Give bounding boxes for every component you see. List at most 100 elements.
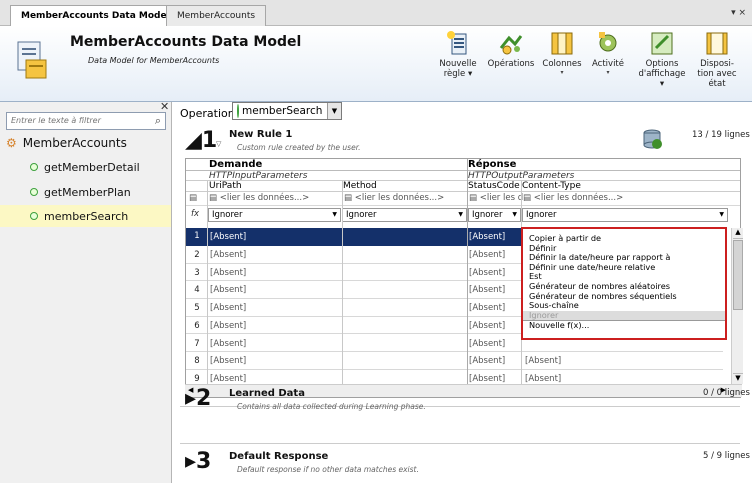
column-divider bbox=[342, 181, 343, 397]
cell-content-type[interactable]: [Absent] bbox=[525, 356, 561, 366]
display-options-label2: d'affichage ▾ bbox=[638, 69, 686, 89]
cell-statuscode[interactable]: [Absent] bbox=[469, 285, 505, 295]
tab-menu-icon[interactable]: ▾ × bbox=[731, 8, 746, 18]
rule-3-subtitle: Default response if no other data matche… bbox=[237, 465, 419, 474]
display-options-label1: Options bbox=[645, 59, 679, 69]
link-content-type-text: <lier les données...> bbox=[533, 193, 624, 203]
scroll-down-icon[interactable]: ▼ bbox=[733, 373, 743, 384]
scroll-up-icon[interactable]: ▲ bbox=[733, 228, 743, 239]
display-options-button[interactable]: Options d'affichage ▾ bbox=[636, 30, 688, 89]
cell-uripath[interactable]: [Absent] bbox=[210, 303, 246, 313]
rule-1-expander[interactable]: ◢1 bbox=[185, 128, 217, 153]
rule-2-expander[interactable]: ▸2 bbox=[185, 386, 211, 411]
cell-uripath[interactable]: [Absent] bbox=[210, 374, 246, 384]
rule-2-number: 2 bbox=[196, 386, 212, 411]
rule-1-options-icon[interactable]: ▽ bbox=[216, 140, 221, 148]
new-rule-button[interactable]: Nouvelle règle ▾ bbox=[437, 30, 479, 79]
uripath-function-select[interactable]: Ignorer ▼ bbox=[208, 208, 341, 222]
group-response-header: Réponse bbox=[468, 159, 517, 170]
content-type-function-value: Ignorer bbox=[526, 210, 557, 220]
option-define-relative-datetime[interactable]: Définir une date/heure relative bbox=[523, 262, 725, 273]
statuscode-function-select[interactable]: Ignorer ▼ bbox=[468, 208, 521, 222]
operation-dot-icon bbox=[30, 188, 38, 196]
cell-uripath[interactable]: [Absent] bbox=[210, 250, 246, 260]
row-number: 5 bbox=[194, 303, 200, 314]
stateful-layout-icon bbox=[706, 32, 728, 55]
filter-input[interactable] bbox=[11, 116, 141, 125]
cell-uripath[interactable]: [Absent] bbox=[210, 268, 246, 278]
activity-icon bbox=[599, 32, 617, 52]
columns-label: Colonnes bbox=[542, 59, 582, 69]
cell-statuscode[interactable]: [Absent] bbox=[469, 356, 505, 366]
tree-item-getmemberdetail[interactable]: getMemberDetail bbox=[30, 161, 140, 174]
cell-uripath[interactable]: [Absent] bbox=[210, 356, 246, 366]
rule-3-expander[interactable]: ▸3 bbox=[185, 449, 211, 474]
display-options-icon bbox=[651, 32, 673, 55]
cell-statuscode[interactable]: [Absent] bbox=[469, 321, 505, 331]
link-uripath[interactable]: ▤ <lier les données...> bbox=[209, 193, 309, 203]
columns-button[interactable]: Colonnes ▾ bbox=[540, 30, 584, 77]
column-content-type[interactable]: Content-Type bbox=[522, 181, 581, 191]
vertical-scrollbar[interactable]: ▲ ▼ bbox=[731, 228, 743, 384]
filter-box[interactable]: ⌕ bbox=[6, 112, 166, 130]
section-divider bbox=[180, 443, 740, 444]
tree-item-membersearch[interactable]: memberSearch bbox=[30, 210, 128, 223]
operation-dot-icon bbox=[30, 212, 38, 220]
activity-button[interactable]: Activité ▾ bbox=[590, 30, 626, 77]
columns-icon bbox=[551, 32, 573, 55]
header-divider bbox=[186, 191, 740, 192]
link-statuscode[interactable]: ▤ <lier les d bbox=[469, 193, 523, 203]
column-divider bbox=[467, 159, 468, 397]
cell-statuscode[interactable]: [Absent] bbox=[469, 232, 505, 242]
method-function-select[interactable]: Ignorer ▼ bbox=[342, 208, 467, 222]
column-method[interactable]: Method bbox=[343, 181, 377, 191]
cell-content-type[interactable]: [Absent] bbox=[525, 374, 561, 384]
uripath-function-value: Ignorer bbox=[212, 210, 243, 220]
operations-button[interactable]: Opérations bbox=[485, 30, 537, 69]
operation-select[interactable]: memberSearch ▼ bbox=[232, 102, 342, 120]
rule-1-subtitle: Custom rule created by the user. bbox=[237, 143, 361, 152]
rule-3-count: 5 / 9 lignes bbox=[703, 451, 750, 461]
cell-statuscode[interactable]: [Absent] bbox=[469, 268, 505, 278]
cell-uripath[interactable]: [Absent] bbox=[210, 232, 246, 242]
operation-dot-icon bbox=[30, 163, 38, 171]
option-ignore[interactable]: Ignorer bbox=[523, 310, 725, 321]
column-uripath[interactable]: UriPath bbox=[209, 181, 242, 191]
operation-value: memberSearch bbox=[242, 105, 323, 117]
option-new-function[interactable]: Nouvelle f(x)... bbox=[523, 320, 725, 331]
scroll-thumb[interactable] bbox=[733, 240, 743, 310]
method-function-value: Ignorer bbox=[346, 210, 377, 220]
tab-data-model[interactable]: MemberAccounts Data Model bbox=[10, 5, 181, 26]
link-method[interactable]: ▤ <lier les données...> bbox=[344, 193, 444, 203]
cell-statuscode[interactable]: [Absent] bbox=[469, 303, 505, 313]
tree-item-label: getMemberPlan bbox=[44, 186, 131, 199]
stateful-layout-button[interactable]: Disposi- tion avec état bbox=[695, 30, 739, 89]
search-icon[interactable]: ⌕ bbox=[155, 114, 161, 128]
table-row[interactable]: 8 [Absent] [Absent] [Absent] bbox=[186, 352, 723, 370]
database-icon[interactable] bbox=[641, 128, 663, 150]
content-type-function-select[interactable]: Ignorer ▼ bbox=[522, 208, 728, 222]
cell-statuscode[interactable]: [Absent] bbox=[469, 250, 505, 260]
link-method-text: <lier les données...> bbox=[354, 193, 445, 203]
link-content-type[interactable]: ▤ <lier les données...> bbox=[523, 193, 623, 203]
activity-arrow: ▾ bbox=[606, 69, 610, 76]
cell-uripath[interactable]: [Absent] bbox=[210, 285, 246, 295]
cell-uripath[interactable]: [Absent] bbox=[210, 321, 246, 331]
tree-item-getmemberplan[interactable]: getMemberPlan bbox=[30, 186, 131, 199]
tree-root[interactable]: ⚙ MemberAccounts bbox=[6, 136, 127, 150]
tree-root-label: MemberAccounts bbox=[22, 136, 127, 150]
tab-member-accounts[interactable]: MemberAccounts bbox=[166, 5, 267, 26]
cell-statuscode[interactable]: [Absent] bbox=[469, 374, 505, 384]
rule-1-count: 13 / 19 lignes bbox=[692, 130, 750, 140]
cell-statuscode[interactable]: [Absent] bbox=[469, 339, 505, 349]
cell-uripath[interactable]: [Absent] bbox=[210, 339, 246, 349]
rule-3-title: Default Response bbox=[229, 451, 329, 462]
column-statuscode[interactable]: StatusCode bbox=[468, 181, 520, 191]
link-statuscode-text: <lier les d bbox=[479, 193, 524, 203]
row-number: 3 bbox=[194, 267, 200, 278]
row-number: 1 bbox=[194, 231, 200, 241]
chevron-down-icon[interactable]: ▼ bbox=[327, 103, 341, 119]
operation-dot-icon bbox=[237, 104, 239, 118]
model-subtitle: Data Model for MemberAccounts bbox=[88, 56, 220, 65]
row-number: 7 bbox=[194, 338, 200, 349]
